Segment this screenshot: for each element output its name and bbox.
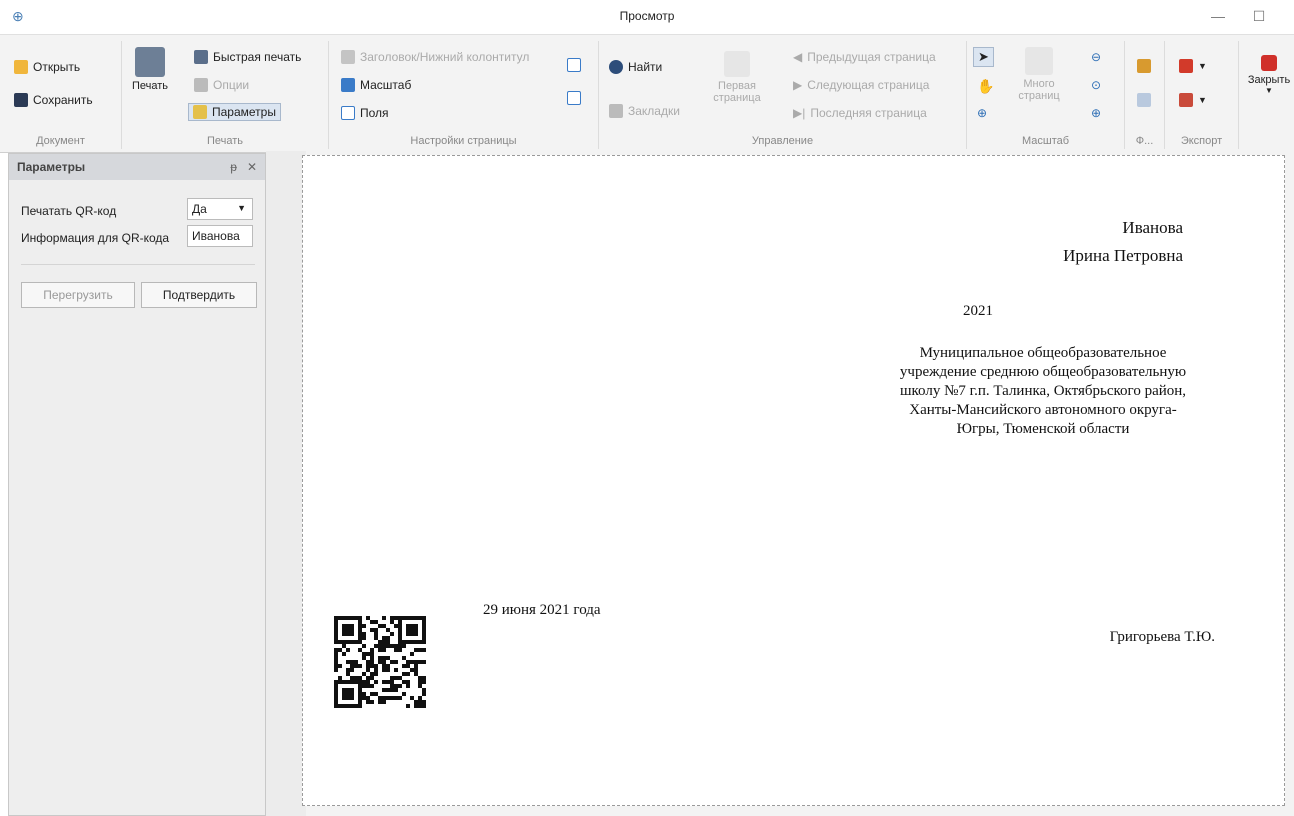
quick-print-button[interactable]: Быстрая печать	[194, 50, 301, 64]
bookmarks-button[interactable]: Закладки	[609, 104, 680, 118]
page-color-icon[interactable]	[1137, 59, 1151, 73]
close-icon	[1261, 55, 1277, 71]
qr-info-label: Информация для QR-кода	[21, 231, 170, 245]
title-bar: ⊕ Просмотр — ☐	[0, 0, 1294, 34]
group-export: ▼ ▼ Экспорт	[1165, 41, 1239, 149]
chevron-down-icon: ▼	[1198, 95, 1207, 105]
first-page-button[interactable]: Первая страница	[711, 51, 763, 104]
first-page-icon	[724, 51, 750, 77]
organization-line: школу №7 г.п. Талинка, Октябрьского райо…	[899, 383, 1187, 399]
previous-page-button[interactable]: ◀ Предыдущая страница	[793, 50, 936, 64]
export-pdf-button[interactable]: ▼	[1179, 59, 1207, 73]
organization-line: учреждение среднюю общеобразовательную	[899, 364, 1187, 380]
recipient-surname: Иванова	[1122, 218, 1183, 237]
send-pdf-button[interactable]: ▼	[1179, 93, 1207, 107]
reload-button[interactable]: Перегрузить	[21, 282, 135, 308]
document-year: 2021	[963, 303, 993, 319]
last-page-icon: ▶|	[793, 106, 806, 120]
margins-button[interactable]: Поля	[341, 106, 389, 120]
print-button[interactable]: Печать	[128, 47, 172, 92]
zoom-in-icon[interactable]: ⊕	[1091, 106, 1101, 120]
group-label-document: Документ	[36, 135, 85, 147]
document-page: Иванова Ирина Петровна 2021 Муниципально…	[302, 155, 1285, 806]
find-button[interactable]: Найти	[609, 60, 662, 74]
printer-icon	[135, 47, 165, 77]
page-size-icon[interactable]	[567, 91, 581, 105]
minimize-button[interactable]: —	[1208, 6, 1228, 26]
folder-icon	[14, 60, 28, 74]
group-label-print: Печать	[206, 135, 244, 147]
chevron-down-icon: ▼	[237, 203, 246, 213]
watermark-icon[interactable]	[1137, 93, 1151, 107]
quick-printer-icon	[194, 50, 208, 64]
group-label-navigation: Управление	[751, 135, 814, 147]
triangle-left-icon: ◀	[793, 50, 803, 64]
panel-divider	[21, 264, 255, 265]
bookmarks-icon	[609, 104, 623, 118]
chevron-down-icon: ▼	[1265, 86, 1273, 95]
many-pages-icon	[1025, 47, 1053, 75]
recipient-name: Ирина Петровна	[1063, 246, 1183, 265]
close-preview-button[interactable]: Закрыть ▼	[1244, 55, 1294, 95]
panel-header: Параметры ᵽ ✕	[9, 154, 265, 180]
organization-line: Муниципальное общеобразовательное	[919, 345, 1167, 361]
parameters-button[interactable]: Параметры	[188, 103, 281, 121]
parameters-panel: Параметры ᵽ ✕ Печатать QR-код Да ▼ Инфор…	[8, 153, 266, 816]
group-print: Печать Быстрая печать Опции Параметры Пе…	[122, 41, 329, 149]
header-footer-icon	[341, 50, 355, 64]
document-date: 29 июня 2021 года	[483, 602, 601, 618]
margins-icon	[341, 106, 355, 120]
window-title: Просмотр	[619, 9, 675, 23]
open-button[interactable]: Открыть	[14, 60, 80, 74]
save-button[interactable]: Сохранить	[14, 93, 93, 107]
scale-button[interactable]: Масштаб	[341, 78, 411, 92]
hand-icon[interactable]: ✋	[977, 78, 994, 95]
organization-line: Югры, Тюменской области	[956, 421, 1130, 437]
header-footer-button[interactable]: Заголовок/Нижний колонтитул	[341, 50, 529, 64]
ribbon: Открыть Сохранить Документ Печать Быстра…	[0, 34, 1294, 153]
panel-close-icon[interactable]: ✕	[247, 160, 257, 174]
pdf-icon	[1179, 59, 1193, 73]
group-page-setup: Заголовок/Нижний колонтитул Масштаб Поля…	[329, 41, 599, 149]
panel-title: Параметры	[17, 160, 86, 174]
last-page-button[interactable]: ▶| Последняя страница	[793, 106, 927, 120]
zoom-out-icon[interactable]: ⊖	[1091, 50, 1101, 64]
binoculars-icon	[609, 60, 623, 74]
organization-line: Ханты-Мансийского автономного округа-	[909, 402, 1177, 418]
group-zoom: ➤ ✋ ⊕ Много страниц ⊖ ⊙ ⊕ Масштаб	[967, 41, 1125, 149]
zoom-icon[interactable]: ⊙	[1091, 78, 1101, 92]
print-qr-select[interactable]: Да ▼	[187, 198, 253, 220]
maximize-button[interactable]: ☐	[1249, 6, 1269, 26]
qr-code	[334, 616, 426, 708]
scale-icon	[341, 78, 355, 92]
parameters-icon	[193, 105, 207, 119]
group-label-export: Экспорт	[1180, 135, 1223, 147]
group-document: Открыть Сохранить Документ	[0, 41, 122, 149]
group-label-background: Ф...	[1135, 135, 1154, 147]
triangle-right-icon: ▶	[793, 78, 803, 92]
next-page-button[interactable]: ▶ Следующая страница	[793, 78, 929, 92]
qr-info-field[interactable]: Иванова	[187, 225, 253, 247]
pin-icon[interactable]: ᵽ	[230, 160, 237, 174]
group-background: Ф...	[1125, 41, 1165, 149]
email-pdf-icon	[1179, 93, 1193, 107]
organization-block: Муниципальное общеобразовательное учрежд…	[863, 344, 1223, 439]
many-pages-button[interactable]: Много страниц	[1013, 47, 1065, 102]
signer-name: Григорьева Т.Ю.	[1109, 629, 1215, 645]
options-button[interactable]: Опции	[194, 78, 249, 92]
zoom-tool-icon[interactable]: ⊕	[977, 106, 987, 120]
print-qr-label: Печатать QR-код	[21, 204, 117, 218]
preview-margin	[266, 151, 306, 816]
group-navigation: Найти Закладки Первая страница ◀ Предыду…	[599, 41, 967, 149]
group-label-zoom: Масштаб	[1021, 135, 1070, 147]
orientation-icon[interactable]	[567, 58, 581, 72]
confirm-button[interactable]: Подтвердить	[141, 282, 257, 308]
floppy-icon	[14, 93, 28, 107]
options-icon	[194, 78, 208, 92]
chevron-down-icon: ▼	[1198, 61, 1207, 71]
group-label-page-setup: Настройки страницы	[410, 135, 517, 147]
pointer-icon[interactable]: ➤	[973, 47, 994, 67]
